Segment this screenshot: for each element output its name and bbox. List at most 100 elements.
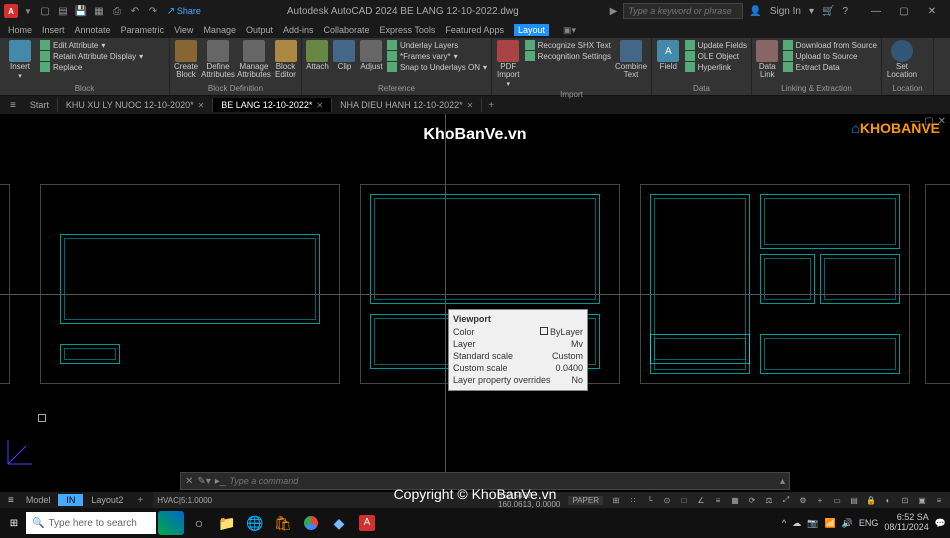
create-block-button[interactable]: Create Block xyxy=(174,40,198,79)
adjust-button[interactable]: Adjust xyxy=(360,40,383,71)
maximize-icon[interactable]: ▢ xyxy=(890,1,918,21)
edge-icon[interactable]: 🌐 xyxy=(242,511,268,535)
clip-button[interactable]: Clip xyxy=(333,40,356,71)
workspace-icon[interactable]: ⚙ xyxy=(796,494,810,506)
add-layout-button[interactable]: + xyxy=(131,495,149,506)
file-tab[interactable]: NHA DIEU HANH 12-10-2022*✕ xyxy=(332,98,482,112)
manage-attributes-button[interactable]: Manage Attributes xyxy=(238,40,270,79)
retain-attribute-button[interactable]: Retain Attribute Display ▾ xyxy=(40,51,143,61)
layout-tab-2[interactable]: Layout2 xyxy=(83,494,131,506)
tab-layout[interactable]: Layout xyxy=(514,24,549,36)
help-search-input[interactable] xyxy=(623,3,743,19)
field-button[interactable]: AField xyxy=(656,40,681,71)
chrome-icon[interactable] xyxy=(298,511,324,535)
snap-underlays-button[interactable]: Snap to Underlays ON ▾ xyxy=(387,62,487,72)
frames-vary-button[interactable]: *Frames vary* ▾ xyxy=(387,51,487,61)
tab-home[interactable]: Home xyxy=(8,25,32,35)
close-icon[interactable]: ✕ xyxy=(198,101,205,110)
redo-icon[interactable]: ↷ xyxy=(146,4,160,18)
recognize-shx-button[interactable]: Recognize SHX Text xyxy=(525,40,611,50)
command-line[interactable]: ✕ ✎▾ ▸_ ▴ xyxy=(180,472,790,490)
annoscale-icon[interactable]: ⚖ xyxy=(762,494,776,506)
close-cmd-icon[interactable]: ✕ xyxy=(185,476,193,487)
grid-icon[interactable]: ⊞ xyxy=(609,494,623,506)
autocad-icon[interactable]: A xyxy=(354,511,380,535)
edit-attribute-button[interactable]: Edit Attribute ▾ xyxy=(40,40,143,50)
share-icon[interactable]: ↗ xyxy=(164,4,178,18)
close-viewport-icon[interactable]: ✕ xyxy=(938,116,946,127)
minimize-viewport-icon[interactable]: — xyxy=(910,116,920,127)
language-indicator[interactable]: ENG xyxy=(859,518,879,528)
close-icon[interactable]: ✕ xyxy=(918,1,946,21)
signin-icon[interactable]: 👤 xyxy=(749,6,761,17)
new-icon[interactable]: ▢ xyxy=(38,4,52,18)
menu-icon[interactable]: ≡ xyxy=(4,100,22,111)
app-icon[interactable]: ◆ xyxy=(326,511,352,535)
help-icon[interactable]: ? xyxy=(842,6,848,17)
save-icon[interactable]: 💾 xyxy=(74,4,88,18)
tab-annotate[interactable]: Annotate xyxy=(75,25,111,35)
recent-cmds-icon[interactable]: ▴ xyxy=(780,476,785,487)
new-tab-button[interactable]: + xyxy=(482,100,500,111)
transparency-icon[interactable]: ▦ xyxy=(728,494,742,506)
quickprops-icon[interactable]: ▤ xyxy=(847,494,861,506)
tab-expresstools[interactable]: Express Tools xyxy=(380,25,436,35)
block-editor-button[interactable]: Block Editor xyxy=(274,40,297,79)
set-location-button[interactable]: Set Location xyxy=(886,40,918,79)
underlay-layers-button[interactable]: Underlay Layers xyxy=(387,40,487,50)
file-tab[interactable]: BE LANG 12-10-2022*✕ xyxy=(213,98,332,112)
share-label[interactable]: Share xyxy=(182,4,196,18)
tab-collaborate[interactable]: Collaborate xyxy=(324,25,370,35)
signin-label[interactable]: Sign In xyxy=(770,6,801,17)
cleanscreen-icon[interactable]: ▣ xyxy=(915,494,929,506)
attach-button[interactable]: Attach xyxy=(306,40,329,71)
replace-button[interactable]: Replace xyxy=(40,62,143,72)
tray-up-icon[interactable]: ^ xyxy=(782,518,786,528)
network-icon[interactable]: 📶 xyxy=(824,518,835,529)
lineweight-icon[interactable]: ≡ xyxy=(711,494,725,506)
store-icon[interactable]: 🛍 xyxy=(270,511,296,535)
paper-toggle[interactable]: PAPER xyxy=(568,496,603,505)
pdf-import-button[interactable]: PDF Import▾ xyxy=(496,40,521,88)
basket-icon[interactable]: 🛒 xyxy=(822,6,834,17)
define-attributes-button[interactable]: Define Attributes xyxy=(202,40,234,79)
tab-addins[interactable]: Add-ins xyxy=(283,25,314,35)
file-tab-start[interactable]: Start xyxy=(22,98,58,112)
layout-tab-in[interactable]: IN xyxy=(58,494,83,506)
ole-object-button[interactable]: OLE Object xyxy=(685,51,747,61)
app-icon[interactable]: A xyxy=(4,4,18,18)
meetnow-icon[interactable]: 📷 xyxy=(807,518,818,529)
insert-block-button[interactable]: Insert▾ xyxy=(4,40,36,80)
saveas-icon[interactable]: ▦ xyxy=(92,4,106,18)
tab-view[interactable]: View xyxy=(174,25,193,35)
extract-data-button[interactable]: Extract Data xyxy=(783,62,877,72)
notifications-icon[interactable]: 💬 xyxy=(935,518,946,529)
osnap-icon[interactable]: □ xyxy=(677,494,691,506)
file-tab[interactable]: KHU XU LY NUOC 12-10-2020*✕ xyxy=(58,98,213,112)
volume-icon[interactable]: 🔊 xyxy=(842,518,853,529)
tab-output[interactable]: Output xyxy=(246,25,273,35)
hardware-icon[interactable]: ⊡ xyxy=(898,494,912,506)
annomonitor-icon[interactable]: + xyxy=(813,494,827,506)
download-source-button[interactable]: Download from Source xyxy=(783,40,877,50)
data-link-button[interactable]: Data Link xyxy=(756,40,779,79)
plot-icon[interactable]: ⎙ xyxy=(110,4,124,18)
cycling-icon[interactable]: ⟳ xyxy=(745,494,759,506)
onedrive-icon[interactable]: ☁ xyxy=(792,518,801,529)
combine-text-button[interactable]: Combine Text xyxy=(615,40,647,79)
upload-source-button[interactable]: Upload to Source xyxy=(783,51,877,61)
dropdown-icon[interactable]: ▼ xyxy=(24,7,32,16)
customize-icon[interactable]: ✎▾ xyxy=(197,476,210,487)
cortana-icon[interactable]: ○ xyxy=(186,511,212,535)
units-icon[interactable]: ▭ xyxy=(830,494,844,506)
maximize-viewport-icon[interactable]: ▢ xyxy=(924,116,933,127)
isolate-icon[interactable]: ◐ xyxy=(881,494,895,506)
tab-insert[interactable]: Insert xyxy=(42,25,65,35)
drawing-canvas[interactable]: KhoBanVe.vn ⌂KHOBANVE — ▢ ✕ Viewport Col… xyxy=(0,114,950,472)
command-input[interactable] xyxy=(229,476,776,486)
tab-featuredapps[interactable]: Featured Apps xyxy=(445,25,504,35)
customize-status-icon[interactable]: ≡ xyxy=(932,494,946,506)
ribbon-expand-icon[interactable]: ▣▾ xyxy=(563,25,576,36)
open-icon[interactable]: ▤ xyxy=(56,4,70,18)
tab-parametric[interactable]: Parametric xyxy=(121,25,165,35)
